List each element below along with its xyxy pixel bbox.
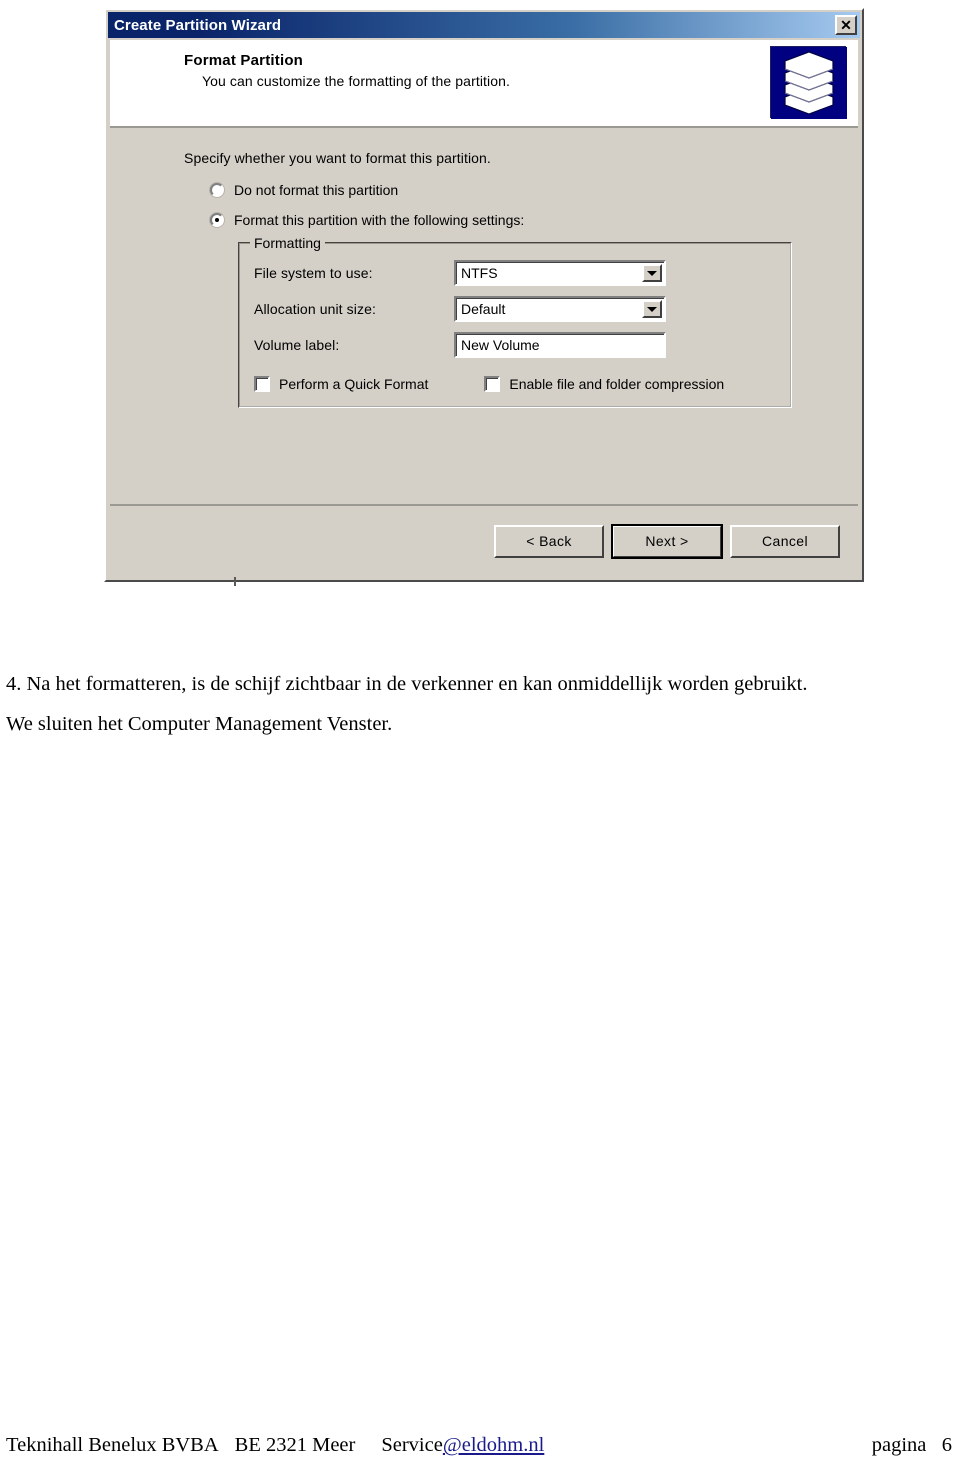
- radio-do-not-format[interactable]: Do not format this partition: [210, 182, 858, 198]
- dialog-button-bar: < Back Next > Cancel: [110, 504, 858, 576]
- checkbox-quick-format-label: Perform a Quick Format: [279, 376, 429, 392]
- wizard-screenshot-figure: Create Partition Wizard ✕ Format Partiti…: [104, 8, 864, 586]
- radio-do-not-format-label: Do not format this partition: [234, 182, 399, 198]
- allocation-unit-select[interactable]: Default: [454, 296, 666, 322]
- allocation-unit-value: Default: [461, 301, 506, 317]
- page-subtitle: You can customize the formatting of the …: [202, 73, 510, 89]
- footer-email-prefix: Service: [381, 1434, 443, 1456]
- formatting-groupbox: Formatting File system to use: NTFS Allo…: [238, 235, 792, 408]
- page-footer: Teknihall Benelux BVBA BE 2321 Meer Serv…: [6, 1434, 952, 1457]
- checkbox-enable-compression-label: Enable file and folder compression: [509, 376, 725, 392]
- dialog-title: Create Partition Wizard: [114, 16, 282, 34]
- volume-label-input[interactable]: New Volume: [454, 332, 666, 358]
- format-options-row: Perform a Quick Format Enable file and f…: [254, 376, 776, 392]
- document-body-text: 4. Na het formatteren, is de schijf zich…: [6, 664, 946, 744]
- create-partition-wizard-dialog: Create Partition Wizard ✕ Format Partiti…: [104, 8, 864, 586]
- allocation-unit-label: Allocation unit size:: [254, 301, 376, 317]
- page-title: Format Partition: [184, 52, 304, 69]
- allocation-unit-row: Allocation unit size: Default: [254, 296, 776, 322]
- formatting-groupbox-legend: Formatting: [250, 235, 325, 251]
- dialog-titlebar: Create Partition Wizard ✕: [108, 12, 860, 38]
- footer-email: Service@eldohm.nl: [381, 1434, 544, 1457]
- paragraph-step-4: 4. Na het formatteren, is de schijf zich…: [6, 673, 808, 695]
- paragraph-close-window: We sluiten het Computer Management Venst…: [6, 713, 393, 735]
- back-button[interactable]: < Back: [494, 524, 604, 558]
- radio-icon-unselected: [210, 183, 224, 197]
- footer-address: BE 2321 Meer: [234, 1434, 356, 1456]
- wizard-body: Specify whether you want to format this …: [110, 128, 858, 496]
- chevron-down-icon[interactable]: [642, 300, 662, 318]
- disk-stack-icon: [770, 46, 847, 119]
- checkbox-quick-format[interactable]: Perform a Quick Format: [254, 376, 428, 392]
- radio-format-with-settings-label: Format this partition with the following…: [234, 212, 525, 228]
- file-system-label: File system to use:: [254, 265, 373, 281]
- close-icon[interactable]: ✕: [835, 15, 857, 35]
- file-system-value: NTFS: [461, 265, 498, 281]
- format-instruction-text: Specify whether you want to format this …: [184, 150, 491, 166]
- checkbox-enable-compression[interactable]: Enable file and folder compression: [484, 376, 724, 392]
- volume-label-label: Volume label:: [254, 337, 340, 353]
- footer-email-link[interactable]: @eldohm.nl: [443, 1434, 544, 1456]
- cancel-button[interactable]: Cancel: [730, 524, 840, 558]
- radio-format-with-settings[interactable]: Format this partition with the following…: [210, 212, 858, 228]
- scan-artifact-mark: [234, 577, 236, 586]
- volume-label-row: Volume label: New Volume: [254, 332, 776, 358]
- chevron-down-icon[interactable]: [642, 264, 662, 282]
- radio-icon-selected: [210, 213, 224, 227]
- checkbox-icon-unchecked: [484, 376, 501, 392]
- next-button[interactable]: Next >: [611, 523, 723, 559]
- file-system-row: File system to use: NTFS: [254, 260, 776, 286]
- footer-page-number: pagina 6: [871, 1434, 952, 1456]
- wizard-header: Format Partition You can customize the f…: [110, 40, 858, 128]
- footer-organisation: Teknihall Benelux BVBA: [6, 1434, 219, 1456]
- file-system-select[interactable]: NTFS: [454, 260, 666, 286]
- checkbox-icon-unchecked: [254, 376, 270, 392]
